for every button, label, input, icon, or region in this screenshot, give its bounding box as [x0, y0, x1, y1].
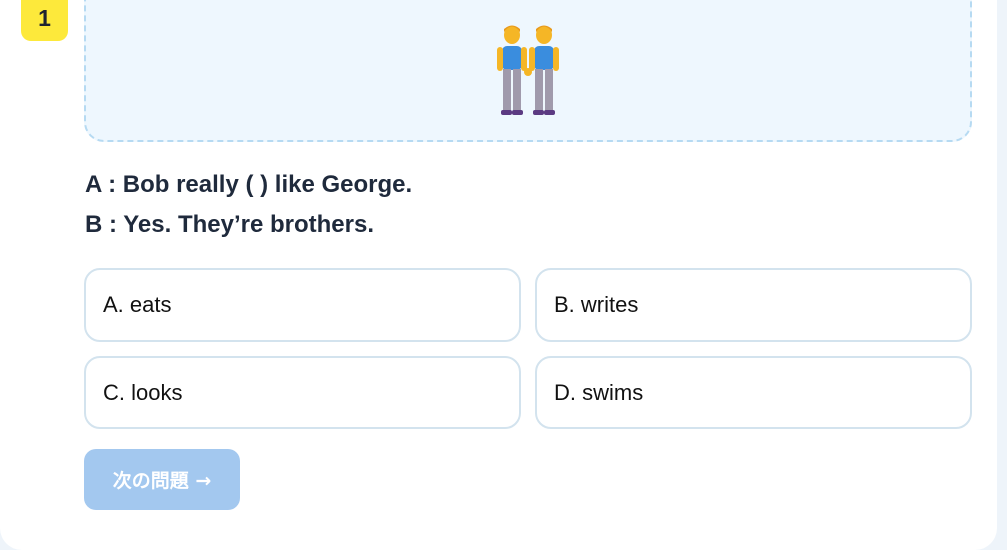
option-a-button[interactable]: A. eats [84, 268, 521, 342]
dialog-line-a: A : Bob really ( ) like George. [85, 171, 413, 198]
dialog-line-b: B : Yes. They’re brothers. [85, 211, 374, 238]
question-number-badge: 1 [21, 0, 68, 41]
option-b-button[interactable]: B. writes [535, 268, 972, 342]
option-c-button[interactable]: C. looks [84, 356, 521, 429]
option-b-label: B. writes [554, 292, 639, 317]
option-c-label: C. looks [103, 379, 183, 405]
two-men-holding-hands-icon [497, 25, 559, 115]
illustration-box [84, 0, 972, 142]
next-question-button[interactable]: 次の問題 → [84, 449, 240, 510]
option-d-button[interactable]: D. swims [535, 356, 972, 429]
next-question-label: 次の問題 → [112, 470, 212, 492]
option-a-label: A. eats [103, 292, 172, 317]
option-d-label: D. swims [554, 379, 644, 405]
question-number: 1 [38, 5, 51, 31]
